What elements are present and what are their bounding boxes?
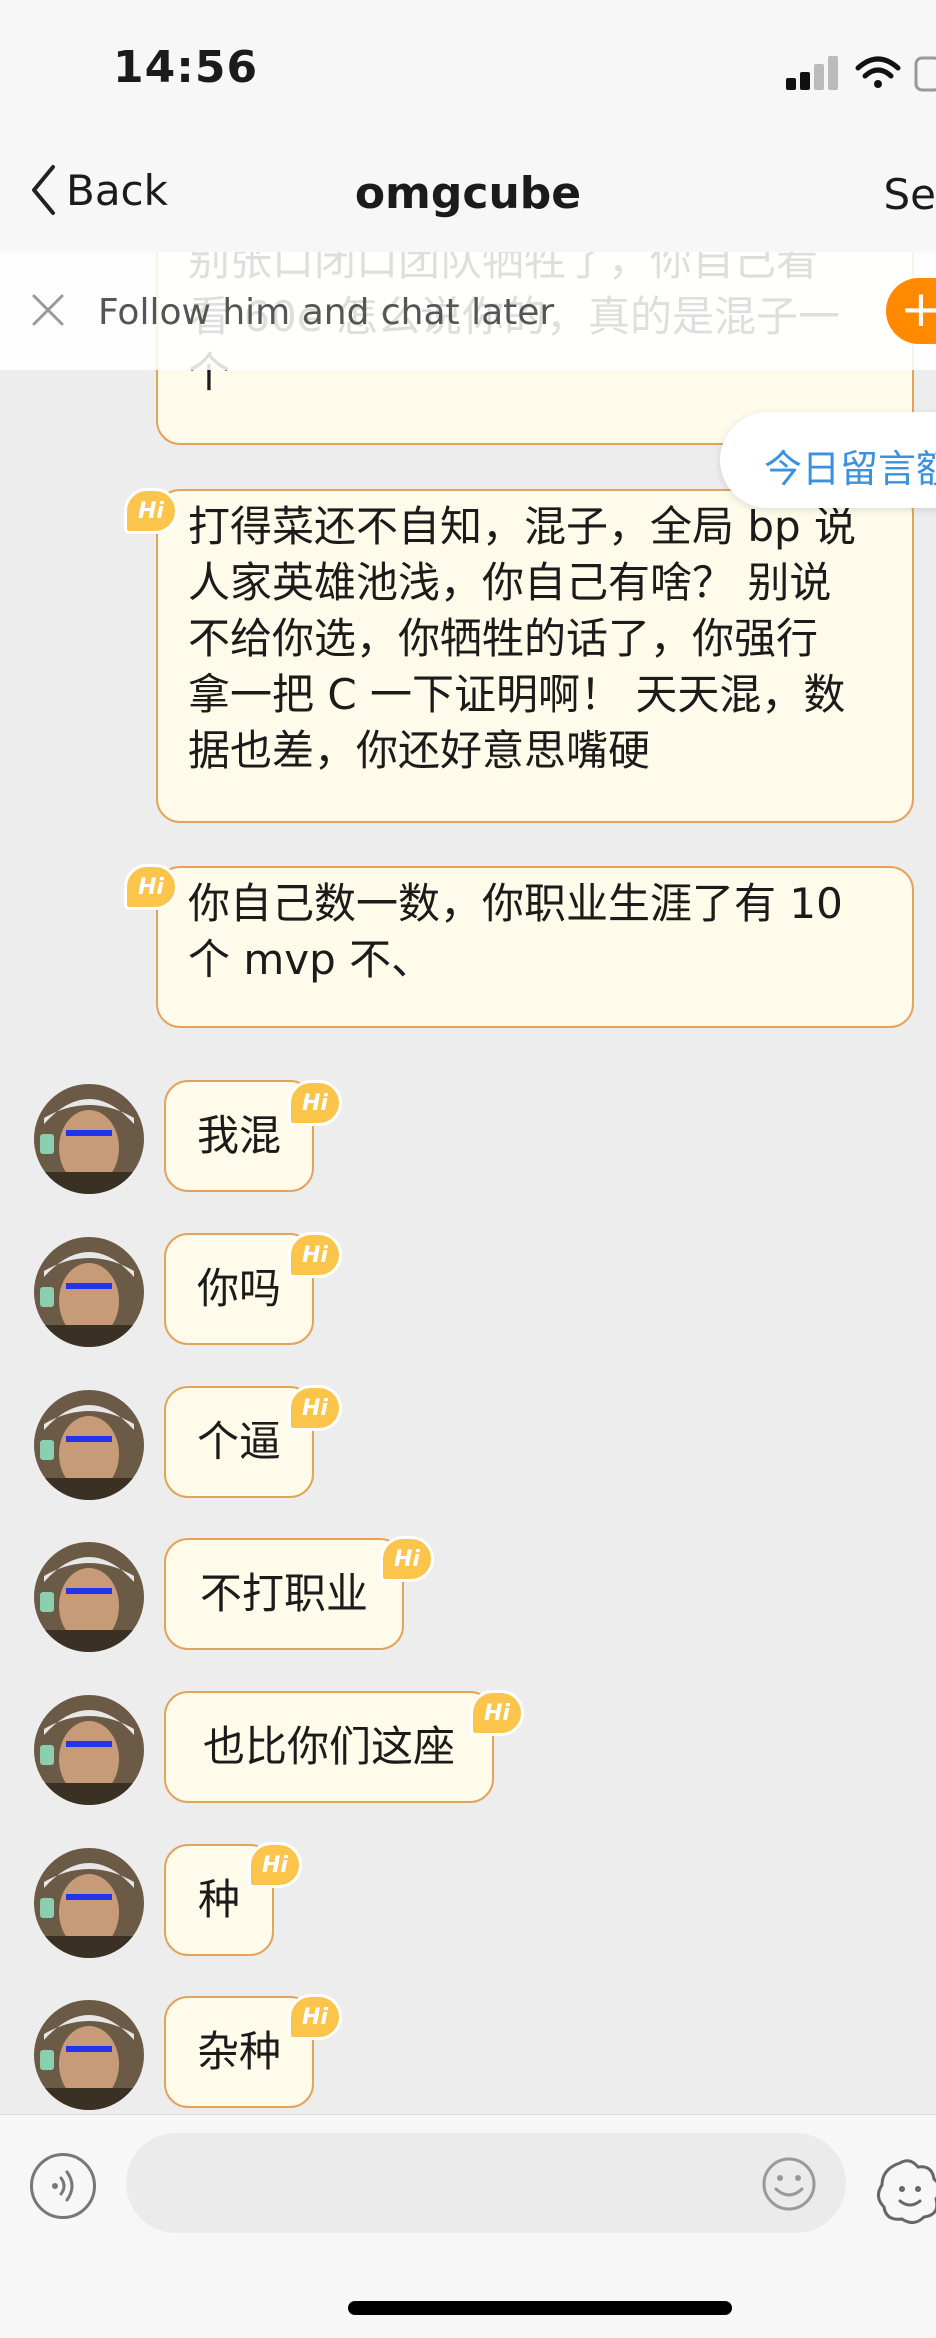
today-message-label: 今日留言额 (764, 438, 936, 493)
signal-icon (786, 56, 838, 90)
avatar[interactable] (34, 2000, 144, 2110)
hi-badge: Hi (380, 1536, 434, 1582)
hi-badge: Hi (124, 864, 178, 910)
message-bubble: 也比你们这座 (164, 1691, 494, 1803)
hi-badge: Hi (124, 488, 178, 534)
avatar[interactable] (34, 1237, 144, 1347)
wifi-icon (858, 59, 898, 88)
message-bubble: 打得菜还不自知，混子，全局 bp 说 人家英雄池浅，你自己有啥？ 别说 不给你选… (156, 489, 914, 823)
hi-badge: Hi (288, 1080, 342, 1126)
sticker-icon[interactable] (870, 2153, 936, 2233)
battery-icon (916, 58, 936, 90)
close-icon[interactable] (30, 292, 66, 328)
nav-bar: Back omgcube Se (0, 130, 936, 253)
follow-plus-button[interactable]: + (886, 278, 936, 344)
nav-right-button[interactable]: Se (884, 170, 936, 219)
today-message-pill[interactable]: 今日留言额 (720, 412, 936, 508)
voice-button[interactable] (30, 2153, 96, 2219)
hi-badge: Hi (470, 1690, 524, 1736)
hi-badge: Hi (288, 1385, 342, 1431)
home-indicator (348, 2301, 732, 2315)
status-icons (786, 52, 936, 96)
avatar[interactable] (34, 1084, 144, 1194)
hi-badge: Hi (288, 1994, 342, 2040)
message-bubble: 不打职业 (164, 1538, 404, 1650)
input-bar (0, 2114, 936, 2338)
status-bar: 14:56 (0, 0, 936, 130)
emoji-icon[interactable] (760, 2155, 818, 2213)
chat-list[interactable]: 别张口闭口团队牺牲了，你自己看 看 60e 怎么说你的，真的是混子一 个 打得菜… (0, 252, 936, 2114)
message-input[interactable] (126, 2133, 846, 2233)
avatar[interactable] (34, 1390, 144, 1500)
avatar[interactable] (34, 1848, 144, 1958)
voice-icon (33, 2156, 93, 2216)
message-bubble: 你自己数一数，你职业生涯了有 10 个 mvp 不、 (156, 866, 914, 1028)
hi-badge: Hi (248, 1842, 302, 1888)
hi-badge: Hi (288, 1232, 342, 1278)
status-time: 14:56 (113, 42, 258, 93)
chat-title: omgcube (0, 168, 936, 219)
avatar[interactable] (34, 1542, 144, 1652)
follow-bar: Follow him and chat later + (0, 252, 936, 370)
avatar[interactable] (34, 1695, 144, 1805)
follow-text: Follow him and chat later (98, 292, 554, 333)
